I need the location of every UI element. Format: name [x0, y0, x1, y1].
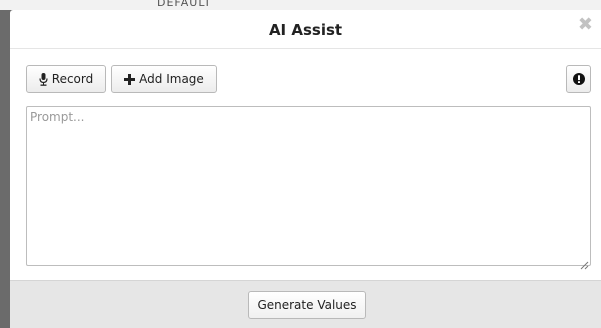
generate-values-label: Generate Values [257, 298, 357, 312]
dialog-toolbar: Record Add Image [26, 65, 591, 93]
add-image-button[interactable]: Add Image [111, 65, 217, 93]
backdrop-strip: DEFAULT [0, 0, 601, 10]
dialog-title: AI Assist [268, 21, 343, 39]
record-label: Record [51, 72, 94, 86]
prompt-input[interactable] [26, 106, 591, 266]
backdrop-text: DEFAULT [157, 0, 212, 9]
plus-icon [124, 73, 136, 85]
record-button[interactable]: Record [26, 65, 106, 93]
dialog-footer: Generate Values [10, 280, 601, 328]
info-icon [572, 73, 585, 85]
microphone-icon [39, 72, 48, 86]
close-icon[interactable]: ✖ [578, 16, 593, 34]
ai-assist-dialog: AI Assist ✖ Record Add Image Prompt... G… [10, 10, 601, 328]
generate-values-button[interactable]: Generate Values [248, 291, 366, 319]
add-image-label: Add Image [139, 72, 204, 86]
dialog-header: AI Assist ✖ [10, 10, 601, 49]
info-button[interactable] [566, 65, 591, 93]
resize-handle-icon[interactable] [580, 255, 589, 270]
